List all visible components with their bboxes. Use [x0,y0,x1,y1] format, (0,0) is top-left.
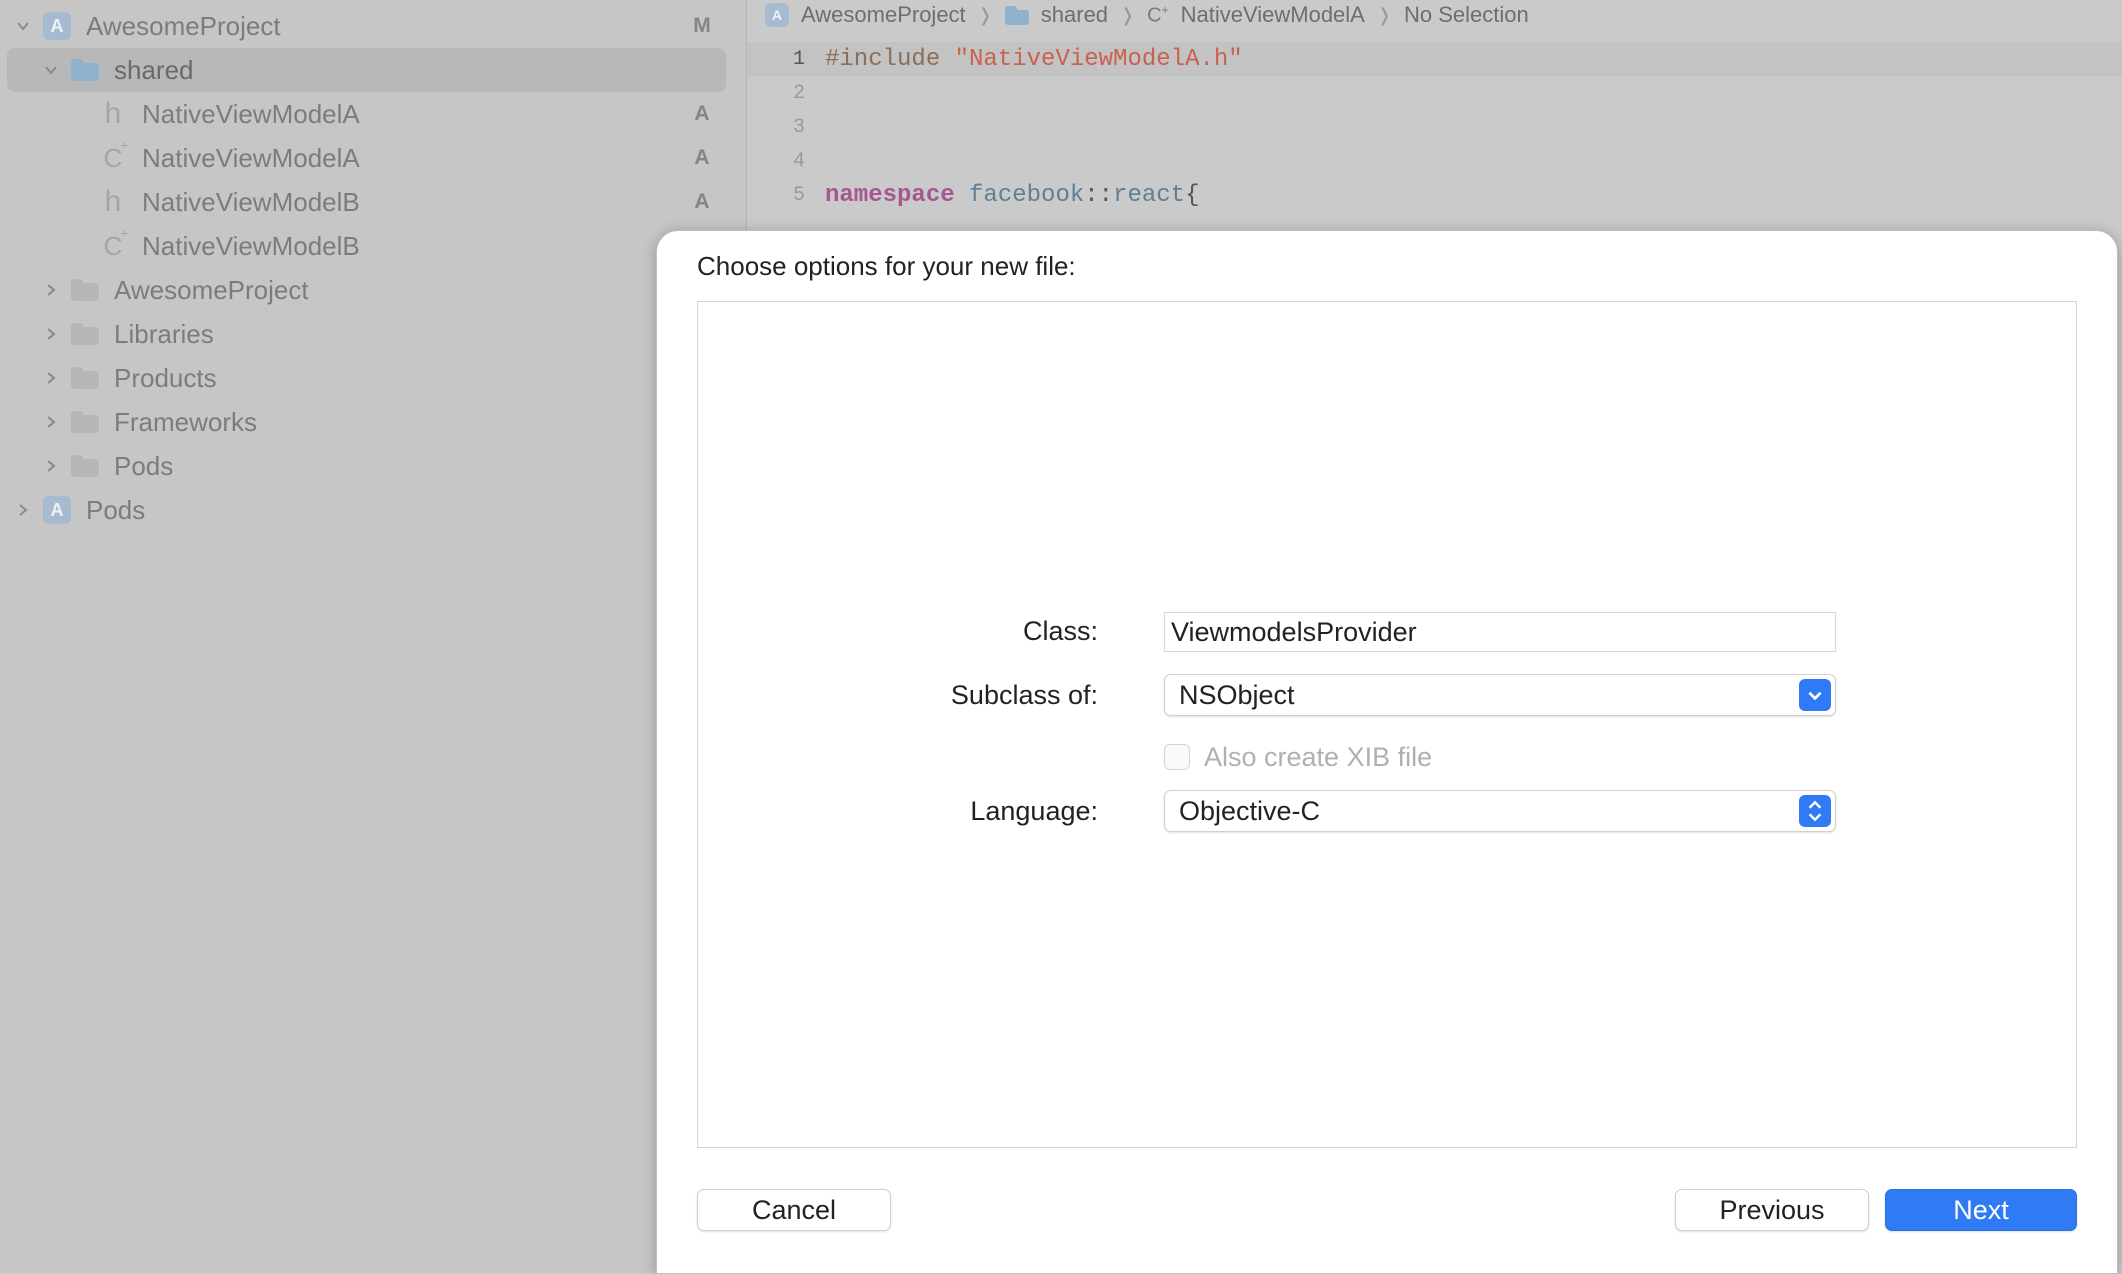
scm-status-badge: A [694,146,710,169]
nav-item-label: shared [114,54,194,85]
chevron-down-icon[interactable] [1799,679,1831,711]
folder-icon [70,321,100,347]
next-button[interactable]: Next [1885,1189,2077,1231]
nav-item-file[interactable]: C + NativeViewModelB [0,224,746,268]
chevron-right-icon[interactable] [40,323,62,345]
code-line[interactable]: 4 [747,144,2122,178]
nav-item-libraries[interactable]: Libraries [0,312,746,356]
xib-option[interactable]: Also create XIB file [1164,740,1432,774]
up-down-arrows-icon[interactable] [1799,795,1831,827]
chevron-down-icon[interactable] [40,59,62,81]
line-number: 4 [792,149,805,173]
nav-item-label: Pods [114,450,174,481]
header-file-icon: h [104,185,122,218]
nav-item-file[interactable]: C + NativeViewModelA A [0,136,746,180]
language-popup[interactable]: Objective-C [1164,790,1836,832]
nav-item-label: AwesomeProject [86,10,281,41]
nav-item-products[interactable]: Products [0,356,746,400]
code-line[interactable]: 1 #include "NativeViewModelA.h" [747,42,2122,76]
code-text: namespace facebook::react{ [825,181,1200,209]
xib-checkbox[interactable] [1164,744,1190,770]
chevron-right-icon: ❭ [977,4,993,25]
jumpbar-project[interactable]: A AwesomeProject [765,2,966,28]
folder-icon [70,57,100,83]
previous-button[interactable]: Previous [1675,1189,1869,1231]
options-panel: Class: ViewmodelsProvider Subclass of: N… [697,301,2077,1148]
nav-item-label: NativeViewModelB [142,186,360,217]
chevron-right-icon: ❭ [1120,4,1136,25]
class-label: Class: [1022,616,1098,646]
nav-item-label: Libraries [114,318,214,349]
subclass-label: Subclass of: [950,680,1098,710]
line-number: 3 [792,115,805,139]
cpp-file-icon: C+ [1147,2,1169,27]
class-name-field[interactable]: ViewmodelsProvider [1164,612,1836,652]
nav-item-frameworks[interactable]: Frameworks [0,400,746,444]
language-value: Objective-C [1179,796,1321,826]
dialog-title: Choose options for your new file: [697,251,1076,281]
folder-icon [70,453,100,479]
subclass-popup[interactable]: NSObject [1164,674,1836,716]
project-icon: A [42,496,72,524]
jump-bar: A AwesomeProject ❭ shared ❭ C+ NativeVie… [747,0,2122,30]
jumpbar-file[interactable]: C+ NativeViewModelA [1147,2,1365,28]
chevron-right-icon: ❭ [1376,4,1392,25]
new-file-options-dialog: Choose options for your new file: Class:… [656,230,2118,1274]
nav-item-label: Products [114,362,217,393]
project-icon: A [42,12,72,40]
code-text: #include "NativeViewModelA.h" [825,45,1243,73]
nav-item-shared[interactable]: shared [0,48,746,92]
line-number: 2 [792,81,805,105]
code-line[interactable]: 2 [747,76,2122,110]
project-icon: A [765,3,789,27]
cpp-file-icon: C+ [103,224,129,261]
nav-item-pods-group[interactable]: Pods [0,444,746,488]
xib-label: Also create XIB file [1204,741,1433,772]
nav-item-label: NativeViewModelA [142,142,360,173]
jumpbar-selection[interactable]: No Selection [1404,2,1529,28]
cancel-button[interactable]: Cancel [697,1189,891,1231]
nav-item-file[interactable]: h NativeViewModelB A [0,180,746,224]
nav-item-label: NativeViewModelB [142,230,360,261]
folder-icon [70,365,100,391]
chevron-right-icon[interactable] [40,279,62,301]
scm-status-badge: A [694,190,710,213]
header-file-icon: h [104,97,122,130]
folder-icon [70,277,100,303]
chevron-right-icon[interactable] [40,455,62,477]
nav-item-label: NativeViewModelA [142,98,360,129]
code-line[interactable]: 5 namespace facebook::react{ [747,178,2122,212]
nav-item-awesomeproject-group[interactable]: AwesomeProject [0,268,746,312]
scm-status-badge: M [693,14,711,37]
chevron-right-icon[interactable] [12,499,34,521]
scm-status-badge: A [694,102,710,125]
nav-item-label: Frameworks [114,406,258,437]
cpp-file-icon: C+ [103,136,129,173]
nav-item-label: AwesomeProject [114,274,309,305]
language-label: Language: [970,796,1098,826]
chevron-right-icon[interactable] [40,367,62,389]
jumpbar-folder[interactable]: shared [1004,2,1108,28]
nav-item-file[interactable]: h NativeViewModelA A [0,92,746,136]
chevron-right-icon[interactable] [40,411,62,433]
line-number: 5 [792,183,805,207]
subclass-value: NSObject [1179,680,1295,710]
project-navigator: A AwesomeProject M shared h NativeViewMo… [0,0,747,1272]
nav-item-pods-project[interactable]: A Pods [0,488,746,532]
chevron-down-icon[interactable] [12,15,34,37]
line-number: 1 [792,47,805,71]
folder-icon [1004,6,1029,25]
folder-icon [70,409,100,435]
nav-item-awesomeproject-root[interactable]: A AwesomeProject M [0,4,746,48]
code-line[interactable]: 3 [747,110,2122,144]
nav-item-label: Pods [86,494,146,525]
